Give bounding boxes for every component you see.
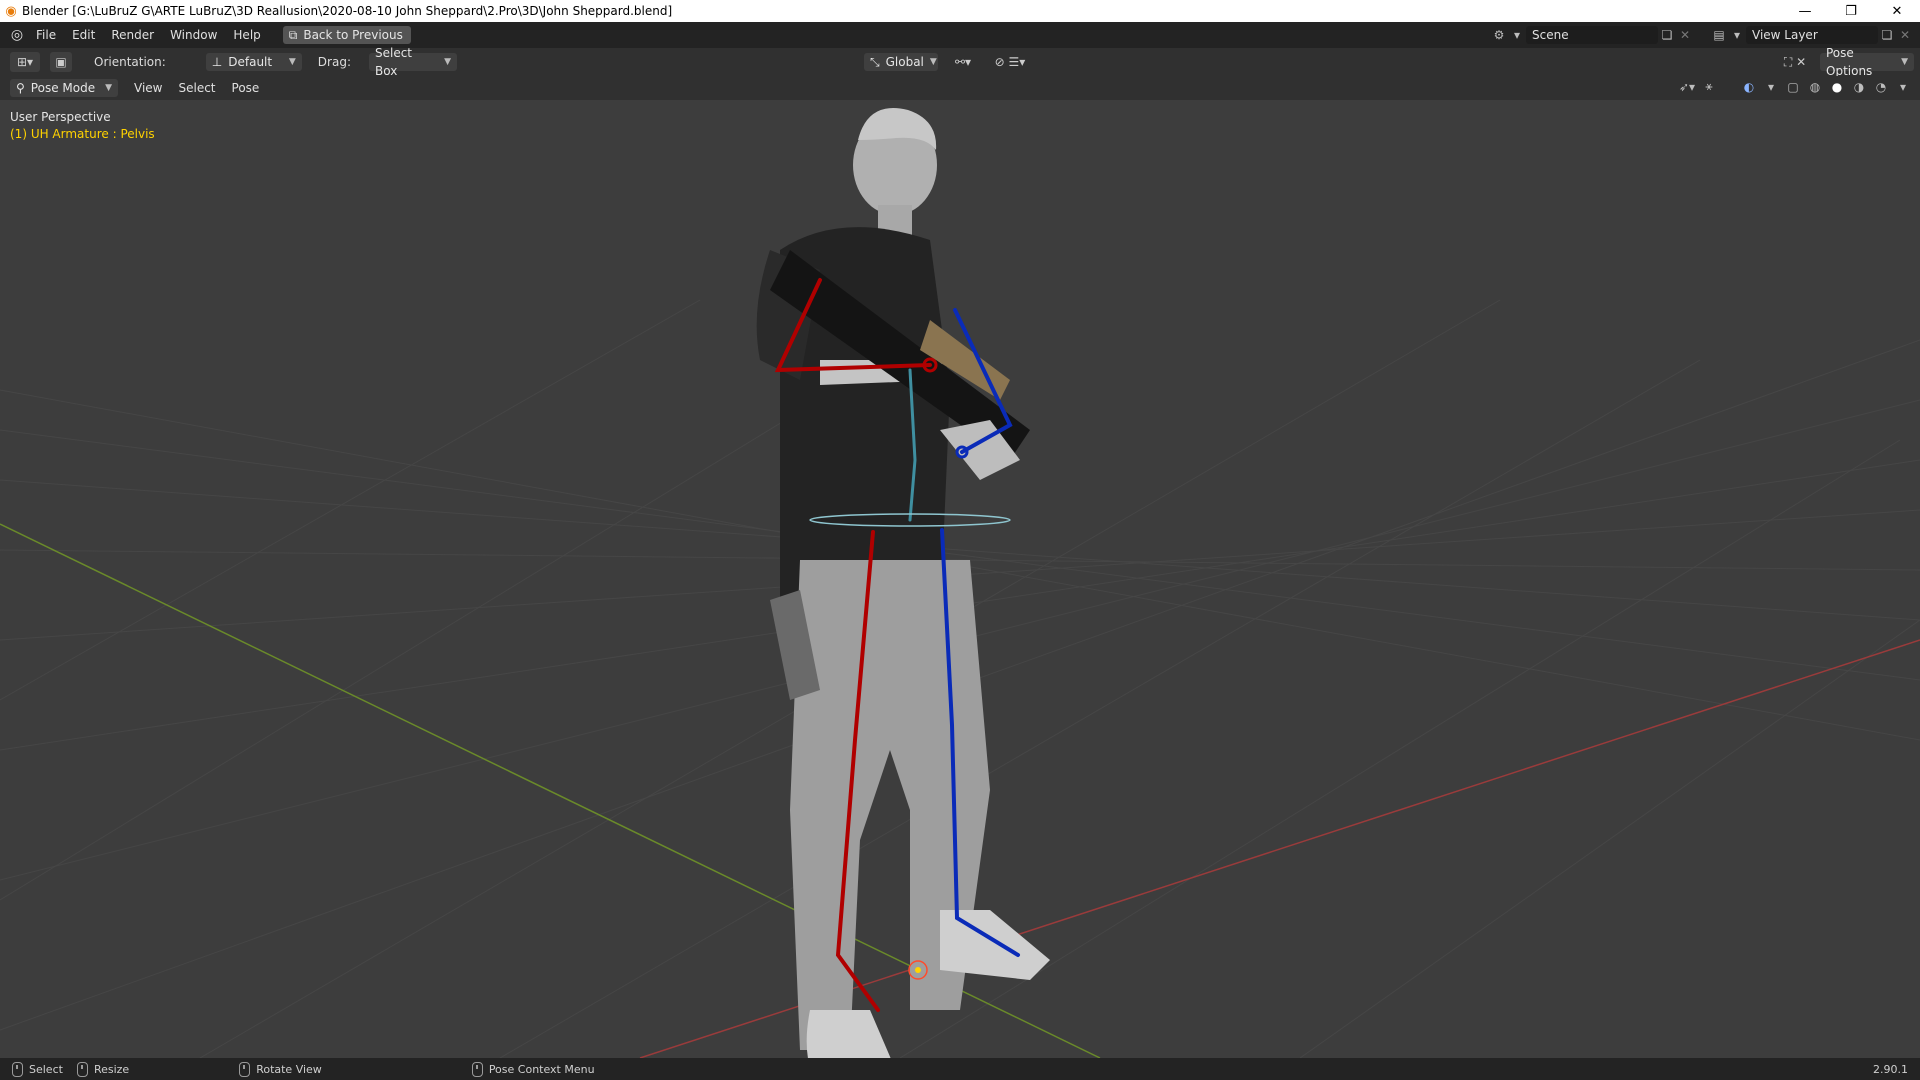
scene-name: Scene (1532, 28, 1569, 42)
version-label: 2.90.1 (1873, 1062, 1908, 1076)
close-icon[interactable]: ✕ (1874, 0, 1920, 22)
shading-rendered-icon[interactable]: ◔ (1872, 80, 1890, 94)
status-resize-label: Resize (93, 1062, 130, 1076)
chevron-down-icon[interactable]: ▾ (1508, 28, 1526, 42)
drag-label: Drag: (317, 55, 351, 69)
menu-view[interactable]: View (126, 81, 170, 95)
menu-pose[interactable]: Pose (224, 81, 268, 95)
mouse-drag-icon (76, 1061, 88, 1077)
shading-wireframe-icon[interactable]: ◍ (1806, 80, 1824, 94)
window-titlebar: ◉ Blender [G:\LuBruZ G\ARTE LuBruZ\3D Re… (0, 0, 1920, 22)
scene-browse-icon[interactable]: ⚙ (1490, 28, 1508, 42)
status-rotate-label: Rotate View (256, 1062, 322, 1076)
menu-window[interactable]: Window (162, 22, 225, 48)
chevron-down-icon: ▼ (105, 83, 112, 93)
chevron-down-icon[interactable]: ▾ (1894, 80, 1912, 94)
shading-solid-icon[interactable]: ● (1828, 80, 1846, 94)
select-tool-icon[interactable]: ▣ (50, 52, 72, 72)
back-to-previous-button[interactable]: ⧉ Back to Previous (282, 26, 411, 44)
menu-file[interactable]: File (28, 22, 64, 48)
tool-settings-header: ⊞▾ ▣ Orientation: ⊥ Default ▼ Drag: Sele… (0, 46, 1920, 78)
view-object-types-icon[interactable]: ➶▾ (1678, 80, 1696, 94)
mode-dropdown[interactable]: ⚲ Pose Mode ▼ (10, 79, 118, 97)
xray-icon[interactable]: ▢ (1784, 80, 1802, 94)
menu-edit[interactable]: Edit (64, 22, 103, 48)
menu-help[interactable]: Help (225, 22, 268, 48)
menu-render[interactable]: Render (103, 22, 162, 48)
status-select-label: Select (29, 1062, 63, 1076)
scene-remove-icon[interactable]: ✕ (1676, 28, 1694, 42)
mode-value: Pose Mode (30, 81, 96, 95)
character-model (756, 108, 1050, 1058)
chevron-down-icon[interactable]: ▾ (1728, 28, 1746, 42)
view-layer-field[interactable]: View Layer (1746, 26, 1878, 44)
status-resize: Resize (76, 1061, 130, 1077)
status-context-label: Pose Context Menu (488, 1062, 595, 1076)
global-axis-icon: ⤡ (870, 55, 880, 69)
restore-icon[interactable]: ❐ (1828, 0, 1874, 22)
orientation-dropdown[interactable]: ⊥ Default ▼ (205, 53, 302, 71)
window-controls: — ❐ ✕ (1782, 0, 1920, 22)
mouse-left-icon (12, 1061, 23, 1077)
blender-logo-icon[interactable]: ◎ (6, 27, 28, 43)
viewport-shading-controls: ➶▾ ⚹ ◐ ▾ ▢ ◍ ● ◑ ◔ ▾ (1678, 79, 1912, 94)
pivot-icon[interactable]: ⚯▾ (950, 52, 976, 72)
chevron-down-icon: ▼ (288, 57, 296, 67)
pose-mode-icon: ⚲ (16, 81, 25, 95)
snap-icon[interactable]: ⊘ ☰▾ (984, 52, 1036, 72)
top-menu-bar: ◎ File Edit Render Window Help ⧉ Back to… (0, 22, 1920, 48)
chevron-down-icon[interactable]: ▾ (1762, 80, 1780, 94)
3d-viewport[interactable]: User Perspective (1) UH Armature : Pelvi… (0, 100, 1920, 1058)
status-bar: Select Resize Rotate View Pose Context M… (0, 1058, 1920, 1080)
orientation-label: Orientation: (94, 55, 166, 69)
scene-name-field[interactable]: Scene (1526, 26, 1658, 44)
minimize-icon[interactable]: — (1782, 0, 1828, 22)
back-icon: ⧉ (288, 28, 298, 42)
gizmo-icon[interactable]: ⚹ (1700, 79, 1718, 94)
scene-new-icon[interactable]: ❏ (1658, 28, 1676, 42)
proportional-icon[interactable]: ⛶ ✕ (1778, 52, 1812, 72)
orientation-value: Default (228, 55, 273, 69)
active-object-label: (1) UH Armature : Pelvis (10, 127, 155, 141)
view-layer-name: View Layer (1752, 28, 1818, 42)
view-layer-new-icon[interactable]: ❏ (1878, 28, 1896, 42)
shading-material-icon[interactable]: ◑ (1850, 80, 1868, 94)
pose-options-label: Pose Options (1826, 46, 1873, 78)
chevron-down-icon: ▼ (1901, 57, 1908, 67)
perspective-label: User Perspective (10, 110, 111, 124)
view-layer-browse-icon[interactable]: ▤ (1710, 28, 1728, 42)
blender-app-icon: ◉ (5, 3, 17, 19)
menu-select[interactable]: Select (170, 81, 223, 95)
3d-cursor-center (915, 967, 921, 973)
editor-type-icon[interactable]: ⊞▾ (10, 52, 40, 72)
back-to-previous-label: Back to Previous (303, 28, 403, 42)
mouse-middle-icon (239, 1061, 251, 1077)
drag-value: Select Box (374, 46, 413, 78)
transform-orientation-value: Global (885, 55, 924, 69)
window-title: Blender [G:\LuBruZ G\ARTE LuBruZ\3D Real… (22, 4, 673, 18)
status-context-menu: Pose Context Menu (471, 1061, 595, 1077)
status-select: Select (12, 1061, 63, 1077)
chevron-down-icon: ▼ (444, 57, 451, 67)
drag-dropdown[interactable]: Select Box ▼ (368, 46, 457, 78)
view-layer-remove-icon[interactable]: ✕ (1896, 28, 1914, 42)
overlay-icon[interactable]: ◐ (1740, 80, 1758, 94)
chevron-down-icon: ▼ (929, 57, 937, 67)
viewport-scene (0, 108, 1920, 1058)
transform-orientation-dropdown[interactable]: ⤡ Global ▼ (864, 53, 938, 71)
viewport-header: ⚲ Pose Mode ▼ View Select Pose ➶▾ ⚹ ◐ ▾ … (0, 76, 1920, 100)
status-rotate-view: Rotate View (239, 1061, 322, 1077)
orientation-axis-icon: ⊥ (211, 55, 223, 69)
mouse-right-icon (471, 1061, 483, 1077)
pose-options-dropdown[interactable]: Pose Options ▼ (1820, 46, 1914, 78)
